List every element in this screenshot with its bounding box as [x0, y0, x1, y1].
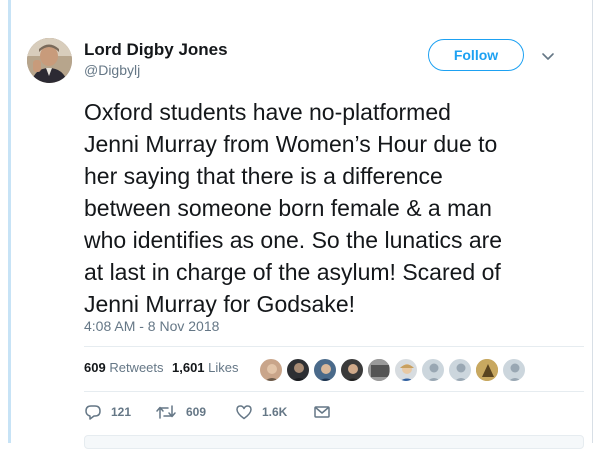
liker-avatar[interactable]: [313, 358, 337, 382]
reply-icon: [85, 405, 101, 420]
stats-top-divider: [84, 346, 584, 347]
tweet-text-line: Oxford students have no-platformed: [84, 99, 451, 125]
tweet-text-line: Jenni Murray from Women’s Hour due to: [84, 131, 498, 157]
retweet-count: 609: [186, 405, 207, 419]
author-avatar[interactable]: [27, 38, 72, 83]
follow-button[interactable]: Follow: [428, 39, 524, 71]
likes-stat-label: Likes: [208, 360, 239, 375]
liker-avatar[interactable]: [394, 358, 418, 382]
author-photo: [27, 38, 72, 83]
retweets-stat[interactable]: 609 Retweets: [84, 360, 164, 375]
tweet-text-line: between someone born female & a man: [84, 195, 492, 221]
liker-avatar[interactable]: [475, 358, 499, 382]
author-name[interactable]: Lord Digby Jones: [84, 40, 228, 60]
like-count: 1.6K: [262, 405, 288, 419]
likes-stat-count: 1,601: [172, 360, 205, 375]
likes-stat[interactable]: 1,601 Likes: [172, 360, 239, 375]
tweet-card: Lord Digby Jones @Digbylj Follow Oxford …: [0, 0, 600, 449]
retweet-icon: [156, 405, 176, 419]
liker-avatar[interactable]: [421, 358, 445, 382]
reply-input-bar[interactable]: [84, 435, 584, 449]
tweet-text-line: who identifies as one. So the lunatics a…: [84, 227, 503, 253]
liker-avatar[interactable]: [367, 358, 391, 382]
actions-top-divider: [84, 391, 584, 392]
liker-avatar[interactable]: [340, 358, 364, 382]
heart-icon: [236, 405, 252, 420]
envelope-icon: [314, 406, 330, 418]
follow-button-label: Follow: [453, 47, 499, 63]
retweet-button[interactable]: 609: [155, 403, 206, 421]
author-handle[interactable]: @Digbylj: [84, 62, 140, 78]
tweet-timestamp[interactable]: 4:08 AM - 8 Nov 2018: [84, 318, 219, 334]
liker-avatar[interactable]: [259, 358, 283, 382]
reply-count: 121: [111, 405, 132, 419]
chevron-down-icon[interactable]: [540, 48, 556, 64]
tweet-text: Oxford students have no-platformed Jenni…: [84, 96, 584, 320]
liker-avatar[interactable]: [502, 358, 526, 382]
like-button[interactable]: 1.6K: [235, 403, 287, 421]
reply-button[interactable]: 121: [84, 403, 131, 421]
liker-avatar[interactable]: [448, 358, 472, 382]
tweet-text-line: Jenni Murray for Godsake!: [84, 291, 356, 317]
retweets-stat-label: Retweets: [109, 360, 164, 375]
direct-message-button[interactable]: [313, 403, 331, 421]
tweet-text-line: at last in charge of the asylum! Scared …: [84, 259, 501, 285]
retweets-stat-count: 609: [84, 360, 106, 375]
liker-avatar[interactable]: [286, 358, 310, 382]
tweet-text-line: her saying that there is a difference: [84, 163, 443, 189]
